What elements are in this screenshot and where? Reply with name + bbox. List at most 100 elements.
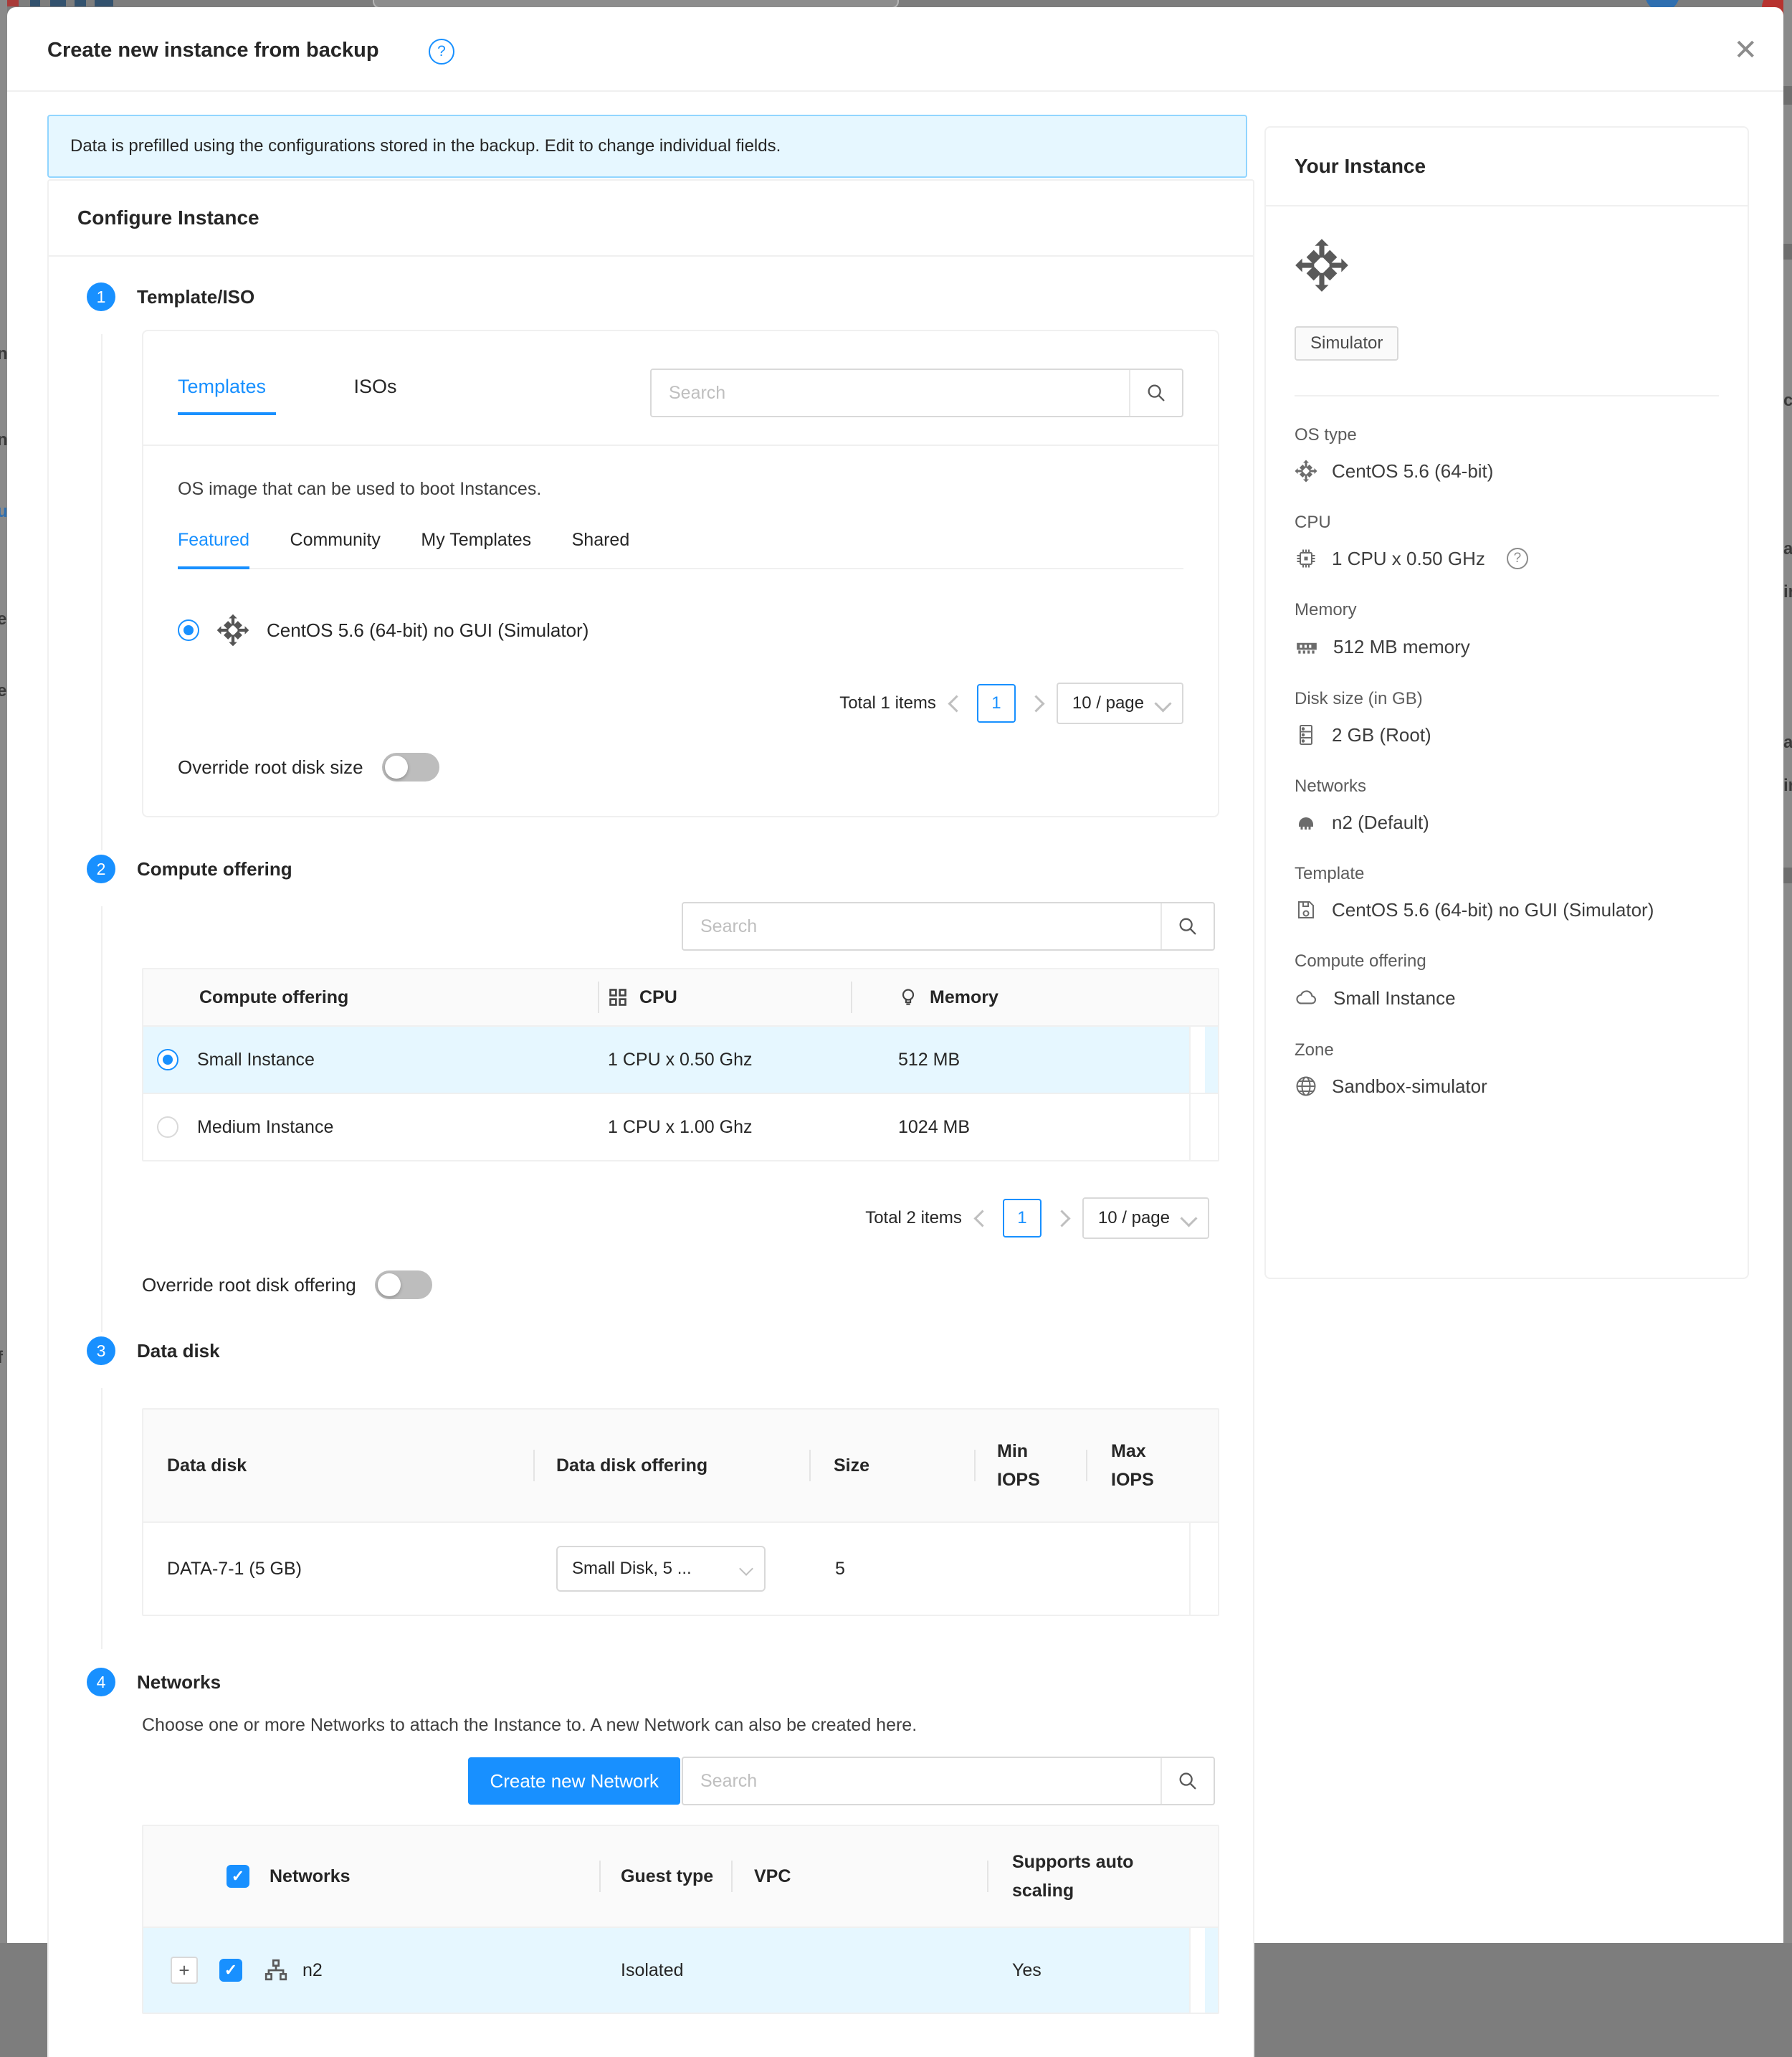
background-fragment [30,0,40,6]
step-data-disk: 3 Data disk Data disk Data disk offering… [87,1336,1219,1616]
expand-row-icon[interactable]: + [171,1957,198,1984]
step-3-title: Data disk [137,1340,220,1362]
tab-templates[interactable]: Templates [178,360,266,398]
your-instance-panel: Your Instance Simulator OS type CentOS 5… [1264,126,1749,1279]
compute-row-small[interactable]: Small Instance 1 CPU x 0.50 Ghz 512 MB [143,1025,1218,1093]
centos-icon [216,614,249,647]
configure-instance-card: Configure Instance 1 Template/ISO Templa… [47,179,1254,2057]
cpu-help-icon[interactable]: ? [1507,548,1528,569]
subtab-community[interactable]: Community [290,530,381,551]
disk-icon [1295,723,1317,746]
background-fragment [50,0,66,6]
networks-search [682,1757,1215,1805]
centos-icon [1295,460,1317,483]
override-root-disk-size-row: Override root disk size [178,753,1183,782]
template-description: OS image that can be used to boot Instan… [178,479,1183,500]
search-icon[interactable] [1160,1758,1214,1804]
table-scrollbar[interactable] [1189,1928,1205,2013]
step-4-badge: 4 [87,1668,115,1696]
col-min-iops: Min IOPS [974,1437,1086,1494]
compute-radio-unselected[interactable] [157,1116,178,1138]
subtab-shared[interactable]: Shared [572,530,630,551]
networks-search-input[interactable] [683,1758,1160,1804]
col-size: Size [809,1455,974,1476]
network-checkbox[interactable]: ✓ [219,1959,242,1982]
network-row-n2[interactable]: + ✓ n2 Isolated Yes [143,1927,1218,2013]
col-data-disk-offering: Data disk offering [533,1455,809,1476]
subtab-my-templates[interactable]: My Templates [421,530,531,551]
simulator-tag: Simulator [1295,326,1398,361]
col-max-iops: Max IOPS [1086,1437,1189,1494]
override-root-disk-size-label: Override root disk size [178,756,363,779]
col-data-disk: Data disk [143,1455,533,1476]
template-filter-tabs: Featured Community My Templates Shared [178,530,1183,569]
col-networks: ✓ Networks [143,1865,599,1888]
page-number[interactable]: 1 [1003,1199,1042,1237]
search-icon[interactable] [1129,370,1182,416]
template-search-input[interactable] [652,370,1129,416]
chevron-down-icon [1154,695,1171,712]
next-page-icon[interactable] [1053,1210,1070,1227]
data-disk-row: DATA-7-1 (5 GB) Small Disk, 5 ... 5 [143,1521,1218,1615]
chevron-down-icon [1180,1210,1197,1227]
compute-radio-selected[interactable] [157,1049,178,1070]
override-root-disk-offering-toggle[interactable] [375,1270,432,1299]
subtab-featured[interactable]: Featured [178,530,249,551]
table-scrollbar[interactable] [1189,1094,1205,1160]
memory-bulb-icon [898,987,918,1007]
prev-page-icon[interactable] [948,695,965,712]
template-option-label: CentOS 5.6 (64-bit) no GUI (Simulator) [267,619,588,642]
step-2-badge: 2 [87,855,115,883]
page-size-select[interactable]: 10 / page [1082,1197,1209,1239]
field-compute-offering: Compute offering Small Instance [1295,951,1719,1010]
compute-search [682,902,1215,951]
configure-instance-title: Configure Instance [49,181,1253,257]
col-memory: Memory [851,987,1189,1008]
data-disk-table: Data disk Data disk offering Size Min IO… [142,1408,1219,1616]
step-1-badge: 1 [87,282,115,311]
create-new-network-button[interactable]: Create new Network [468,1757,680,1805]
step-2-title: Compute offering [137,858,292,880]
col-compute-offering: Compute offering [143,987,598,1008]
field-disk-size: Disk size (in GB) 2 GB (Root) [1295,689,1719,746]
template-pagination: Total 1 items 1 10 / page [178,683,1183,724]
col-cpu: CPU [598,987,851,1008]
page-number[interactable]: 1 [977,684,1016,723]
globe-icon [1295,1075,1317,1098]
compute-offering-table: Compute offering CPU Memory [142,968,1219,1161]
next-page-icon[interactable] [1027,695,1044,712]
template-option-row[interactable]: CentOS 5.6 (64-bit) no GUI (Simulator) [178,614,1183,647]
modal-header: Create new instance from backup ? ✕ [7,7,1783,92]
step-template-iso: 1 Template/ISO Templates ISOs [87,282,1219,817]
table-scrollbar[interactable] [1189,1027,1205,1093]
help-icon[interactable]: ? [429,39,454,65]
template-card: Templates ISOs OS image that [142,330,1219,817]
search-icon[interactable] [1160,903,1214,949]
modal-title: Create new instance from backup [47,39,379,62]
field-template: Template CentOS 5.6 (64-bit) no GUI (Sim… [1295,864,1719,921]
your-instance-title: Your Instance [1266,128,1748,206]
table-scrollbar[interactable] [1189,1523,1205,1615]
data-disk-offering-select[interactable]: Small Disk, 5 ... [556,1546,766,1592]
select-all-checkbox[interactable]: ✓ [227,1865,249,1888]
compute-row-medium[interactable]: Medium Instance 1 CPU x 1.00 Ghz 1024 MB [143,1093,1218,1160]
compute-pagination: Total 2 items 1 10 / page [142,1197,1209,1239]
close-icon[interactable]: ✕ [1733,36,1758,65]
compute-search-input[interactable] [683,903,1160,949]
tab-isos[interactable]: ISOs [354,360,397,398]
page-size-select[interactable]: 10 / page [1057,683,1183,724]
override-root-disk-size-toggle[interactable] [382,753,439,782]
prev-page-icon[interactable] [973,1210,991,1227]
cloud-icon [1295,986,1319,1010]
step-1-title: Template/ISO [137,286,254,308]
step-3-badge: 3 [87,1336,115,1365]
background-fragment [95,0,113,6]
template-radio[interactable] [178,619,199,641]
network-port-icon [1295,811,1317,834]
field-networks: Networks n2 (Default) [1295,776,1719,834]
background-left-edge: n n u e e f [0,0,7,1943]
field-os-type: OS type CentOS 5.6 (64-bit) [1295,425,1719,483]
override-root-disk-offering-label: Override root disk offering [142,1274,356,1296]
step-4-title: Networks [137,1671,221,1693]
centos-logo-icon [1295,238,1719,296]
